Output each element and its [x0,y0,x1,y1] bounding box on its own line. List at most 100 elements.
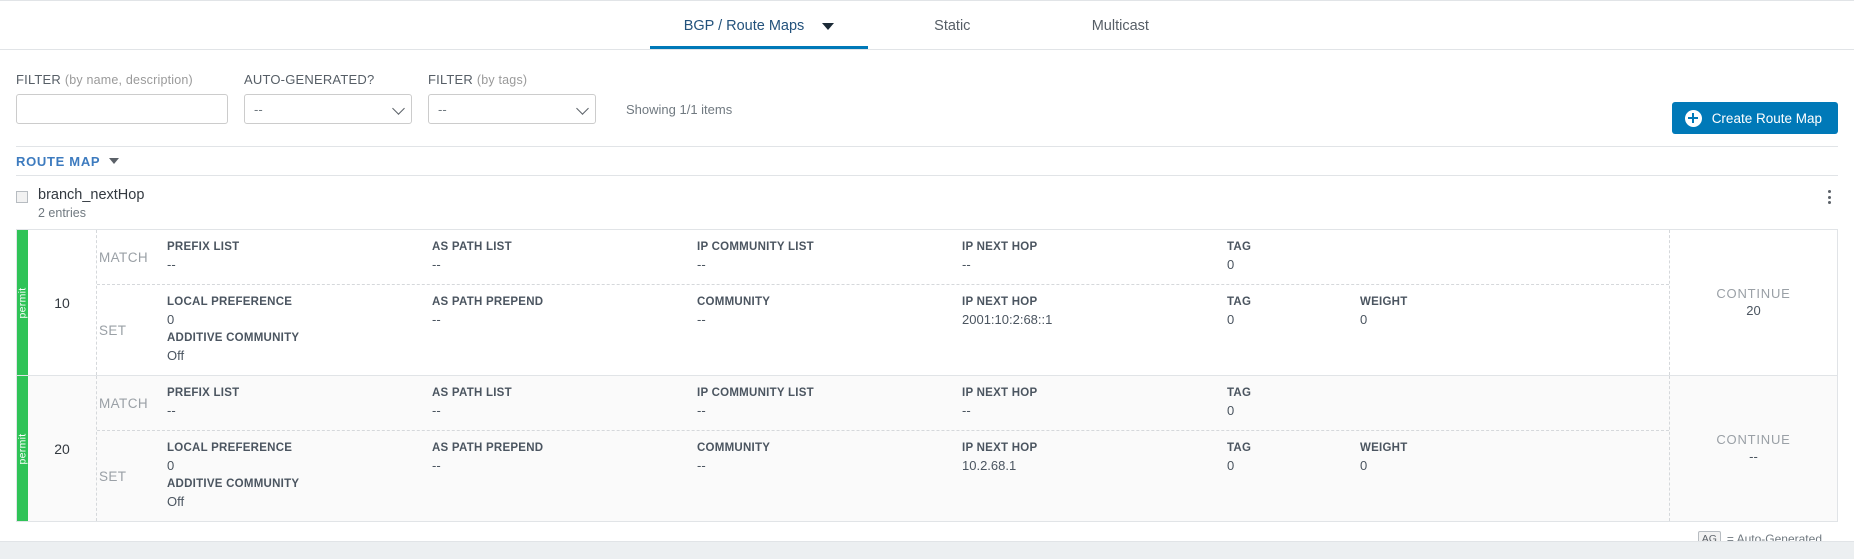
set-community-value: -- [697,457,956,474]
set-community-cell: COMMUNITY -- [697,431,962,521]
entry-action-indicator: permit [17,376,28,521]
set-weight-key: WEIGHT [1360,441,1487,456]
set-as-path-prepend-value: -- [432,457,691,474]
route-map-entry-count: 2 entries [38,206,144,220]
tab-strip: BGP / Route Maps Static Multicast [650,0,1205,49]
tab-label: Multicast [1092,18,1149,34]
auto-generated-label-text: AUTO-GENERATED? [244,72,374,87]
filter-name-input[interactable] [16,94,228,124]
match-cells: PREFIX LIST -- AS PATH LIST -- IP COMMUN… [167,230,1669,284]
filter-tags-select[interactable]: -- [428,94,596,124]
plus-circle-icon [1685,110,1702,127]
set-additive-community-value: Off [167,347,426,364]
tab-label: Static [934,18,970,34]
match-label: MATCH [97,230,167,284]
caret-down-icon[interactable] [109,158,119,164]
set-community-value: -- [697,311,956,328]
set-as-path-prepend-value: -- [432,311,691,328]
route-map-group-info: branch_nextHop 2 entries [38,187,144,220]
set-local-preference-cell: LOCAL PREFERENCE 0 ADDITIVE COMMUNITY Of… [167,285,432,375]
set-tag-key: TAG [1227,295,1354,310]
match-ip-community-list-key: IP COMMUNITY LIST [697,386,956,401]
match-as-path-list-value: -- [432,402,691,419]
set-community-key: COMMUNITY [697,441,956,456]
route-map-table: ROUTE MAP branch_nextHop 2 entries permi… [0,146,1854,547]
route-map-name: branch_nextHop [38,187,144,203]
match-tag-value: 0 [1227,402,1354,419]
entry-sequence: 10 [28,230,97,375]
set-local-preference-value: 0 [167,311,426,328]
set-additive-community-key: ADDITIVE COMMUNITY [167,477,426,492]
column-header-route-map[interactable]: ROUTE MAP [16,154,100,169]
section-tabbar: BGP / Route Maps Static Multicast [0,0,1854,50]
set-additive-community-pair: ADDITIVE COMMUNITY Off [167,477,426,510]
bottom-status-bar [0,541,1854,559]
match-ip-next-hop-value: -- [962,256,1221,273]
match-tag-key: TAG [1227,386,1354,401]
filter-tags-value: -- [438,102,447,117]
set-weight-cell: WEIGHT 0 [1360,431,1493,521]
match-prefix-list-value: -- [167,402,426,419]
filter-by-name-label: FILTER (by name, description) [16,72,228,87]
kebab-menu-icon[interactable] [1820,188,1838,206]
set-tag-cell: TAG 0 [1227,431,1360,521]
tab-bgp-route-maps[interactable]: BGP / Route Maps [650,18,869,49]
set-weight-key: WEIGHT [1360,295,1487,310]
entry-continue: CONTINUE 20 [1669,230,1837,375]
entry-sequence: 20 [28,376,97,521]
set-label: SET [97,285,167,375]
set-additive-community-key: ADDITIVE COMMUNITY [167,331,426,346]
filter-tags-label-text: FILTER [428,72,473,87]
match-prefix-list-key: PREFIX LIST [167,386,426,401]
set-local-preference-value: 0 [167,457,426,474]
set-ip-next-hop-key: IP NEXT HOP [962,441,1221,456]
match-ip-next-hop-cell: IP NEXT HOP -- [962,230,1227,284]
match-as-path-list-key: AS PATH LIST [432,386,691,401]
continue-value: 20 [1746,302,1760,319]
entry-set-row: SET LOCAL PREFERENCE 0 ADDITIVE COMMUNIT… [97,431,1669,521]
set-ip-next-hop-value: 2001:10:2:68::1 [962,311,1221,328]
set-tag-cell: TAG 0 [1227,285,1360,375]
set-local-preference-key: LOCAL PREFERENCE [167,295,426,310]
match-ip-community-list-cell: IP COMMUNITY LIST -- [697,230,962,284]
match-ip-community-list-key: IP COMMUNITY LIST [697,240,956,255]
tab-static[interactable]: Static [868,18,1036,49]
chevron-down-icon[interactable] [822,23,834,30]
set-additive-community-pair: ADDITIVE COMMUNITY Off [167,331,426,364]
match-as-path-list-value: -- [432,256,691,273]
auto-generated-select[interactable]: -- [244,94,412,124]
match-ip-next-hop-key: IP NEXT HOP [962,386,1221,401]
match-tag-cell: TAG 0 [1227,376,1360,430]
set-additive-community-value: Off [167,493,426,510]
set-cells: LOCAL PREFERENCE 0 ADDITIVE COMMUNITY Of… [167,431,1669,521]
set-as-path-prepend-key: AS PATH PREPEND [432,295,691,310]
set-as-path-prepend-key: AS PATH PREPEND [432,441,691,456]
match-as-path-list-key: AS PATH LIST [432,240,691,255]
table-column-header: ROUTE MAP [16,146,1838,176]
create-route-map-button[interactable]: Create Route Map [1672,102,1838,134]
auto-generated-field: AUTO-GENERATED? -- [244,72,412,124]
route-map-entries: permit 10 MATCH PREFIX LIST -- AS PATH L… [16,229,1838,522]
set-tag-key: TAG [1227,441,1354,456]
match-ip-community-list-value: -- [697,402,956,419]
entry-continue: CONTINUE -- [1669,376,1837,521]
table-row: permit 20 MATCH PREFIX LIST -- AS PATH L… [17,375,1837,521]
set-as-path-prepend-cell: AS PATH PREPEND -- [432,431,697,521]
match-prefix-list-value: -- [167,256,426,273]
set-label: SET [97,431,167,521]
filter-label-sub: (by name, description) [65,73,193,87]
match-tag-value: 0 [1227,256,1354,273]
showing-items-count: Showing 1/1 items [626,102,732,124]
filter-tags-select-wrap: -- [428,94,596,124]
tab-multicast[interactable]: Multicast [1036,18,1204,49]
set-community-key: COMMUNITY [697,295,956,310]
filter-group: FILTER (by name, description) AUTO-GENER… [16,72,1838,124]
match-cells: PREFIX LIST -- AS PATH LIST -- IP COMMUN… [167,376,1669,430]
entry-rules: MATCH PREFIX LIST -- AS PATH LIST -- IP … [97,376,1669,521]
match-tag-cell: TAG 0 [1227,230,1360,284]
set-ip-next-hop-key: IP NEXT HOP [962,295,1221,310]
match-prefix-list-key: PREFIX LIST [167,240,426,255]
filter-tags-label-sub: (by tags) [477,73,527,87]
auto-generated-select-wrap: -- [244,94,412,124]
select-route-map-checkbox[interactable] [16,191,28,203]
